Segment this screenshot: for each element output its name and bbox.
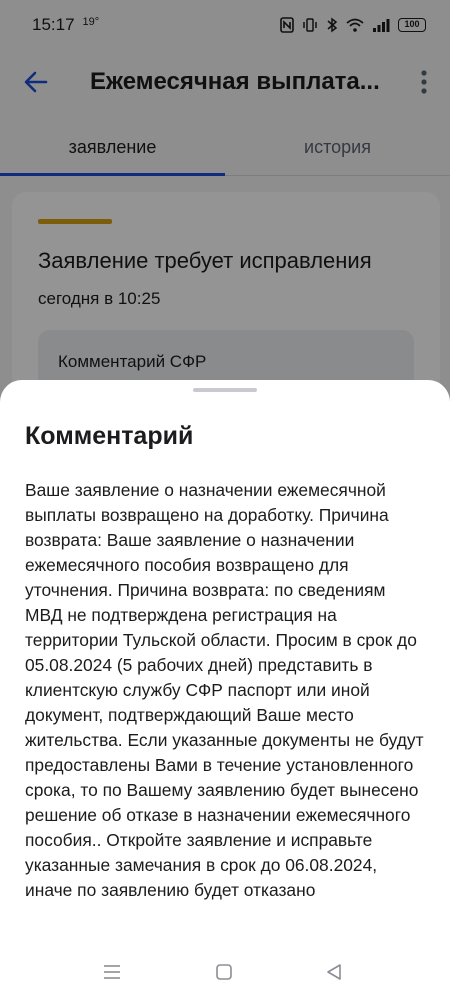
comment-bottom-sheet: Комментарий Ваше заявление о назначении … bbox=[0, 380, 450, 1000]
home-icon[interactable] bbox=[213, 961, 235, 983]
comment-text: Ваше заявление о назначении ежемесячной … bbox=[25, 480, 424, 900]
recent-apps-icon[interactable] bbox=[101, 961, 123, 983]
drag-handle[interactable] bbox=[193, 388, 257, 392]
back-triangle-icon[interactable] bbox=[323, 961, 345, 983]
system-nav-bar bbox=[0, 948, 450, 1000]
sheet-title: Комментарий bbox=[25, 422, 194, 450]
